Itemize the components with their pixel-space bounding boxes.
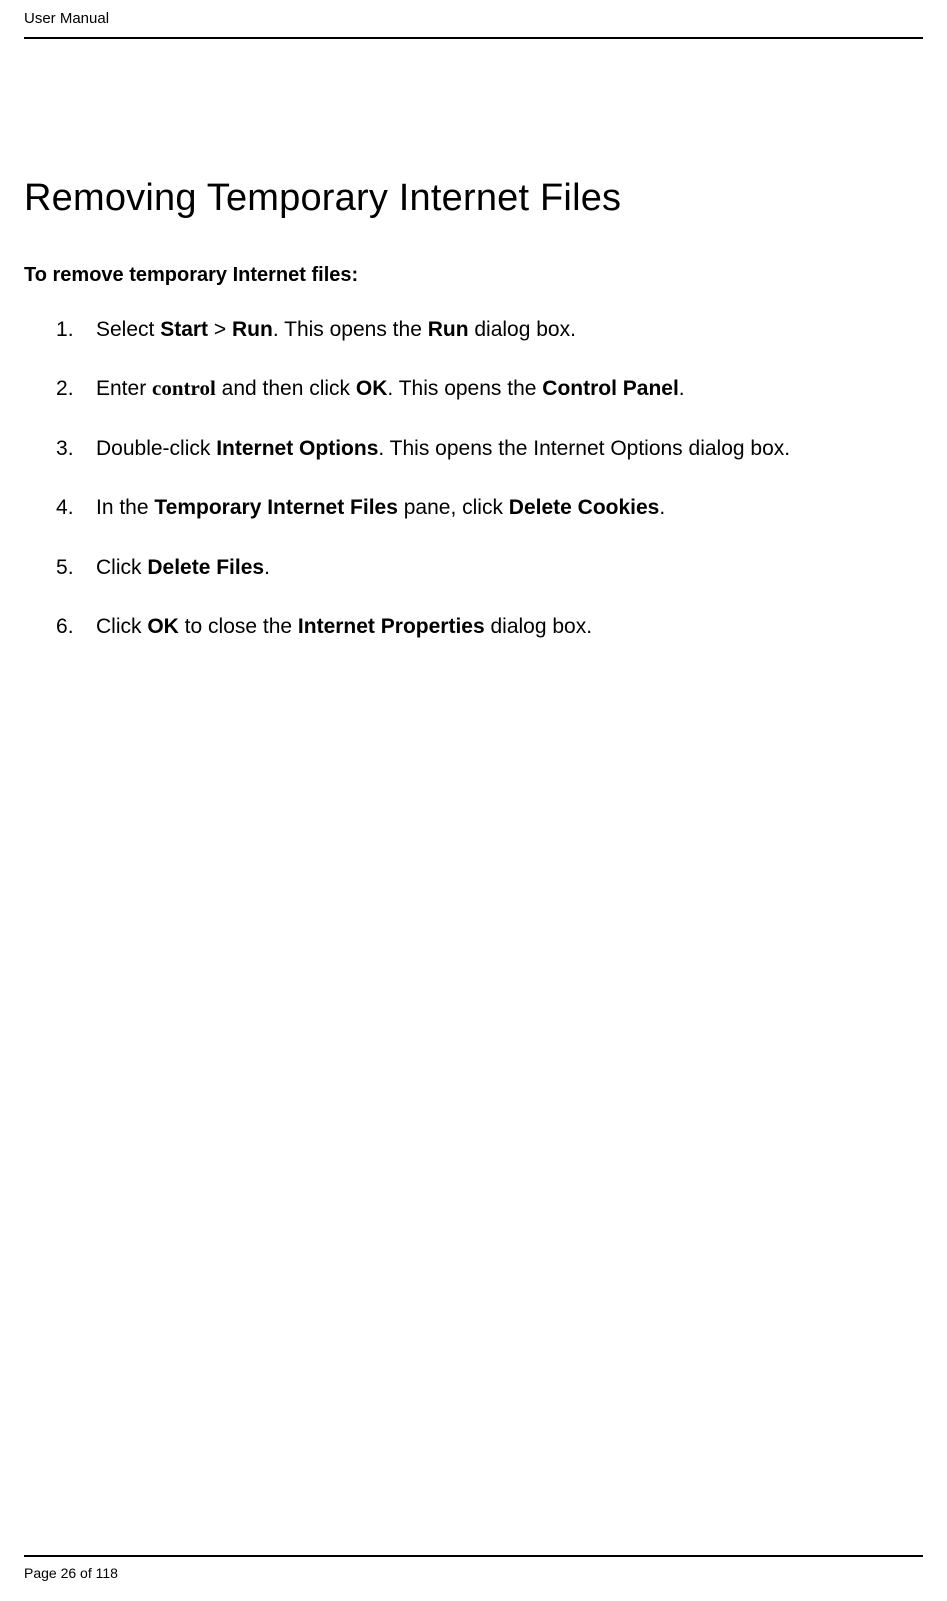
step-text: . This opens the [387,377,542,400]
step-item: Click OK to close the Internet Propertie… [66,612,923,641]
steps-list: Select Start > Run. This opens the Run d… [24,315,923,641]
step-text: Enter [96,377,152,400]
page-footer: Page 26 of 118 [24,1555,923,1581]
step-text: Select [96,318,160,341]
page-content: Removing Temporary Internet Files To rem… [24,39,923,641]
step-text: Run [428,318,469,341]
step-text: pane, click [398,496,509,519]
step-text: Temporary Internet Files [154,496,398,519]
step-item: Double-click Internet Options. This open… [66,434,923,463]
page-title: Removing Temporary Internet Files [24,177,923,220]
step-text: OK [147,615,179,638]
step-item: In the Temporary Internet Files pane, cl… [66,493,923,522]
step-text: Click [96,615,147,638]
step-text: In the [96,496,154,519]
step-text: dialog box. [485,615,592,638]
step-item: Click Delete Files. [66,553,923,582]
step-text: . [264,556,270,579]
step-text: . This opens the Internet Options dialog… [378,437,790,460]
section-subheading: To remove temporary Internet files: [24,264,923,287]
step-text: Delete Cookies [509,496,660,519]
step-text: to close the [179,615,298,638]
step-text: Delete Files [147,556,264,579]
total-pages: 118 [96,1565,118,1581]
step-text: Double-click [96,437,216,460]
step-text: control [152,376,216,400]
footer-divider [24,1555,923,1557]
page-label-prefix: Page [24,1565,61,1581]
step-text: Click [96,556,147,579]
step-text: . This opens the [273,318,428,341]
step-text: > [208,318,232,341]
page-number: 26 [61,1565,77,1581]
page-indicator: Page 26 of 118 [24,1565,923,1581]
step-text: . [679,377,685,400]
step-text: Control Panel [542,377,679,400]
step-item: Enter control and then click OK. This op… [66,374,923,403]
page-header: User Manual [24,10,923,33]
step-text: Internet Options [216,437,378,460]
step-text: dialog box. [469,318,576,341]
step-text: Start [160,318,208,341]
document-title: User Manual [24,10,109,27]
step-text: . [659,496,665,519]
step-text: and then click [216,377,356,400]
page-label-middle: of [76,1565,95,1581]
step-item: Select Start > Run. This opens the Run d… [66,315,923,344]
step-text: OK [356,377,388,400]
step-text: Run [232,318,273,341]
step-text: Internet Properties [298,615,485,638]
